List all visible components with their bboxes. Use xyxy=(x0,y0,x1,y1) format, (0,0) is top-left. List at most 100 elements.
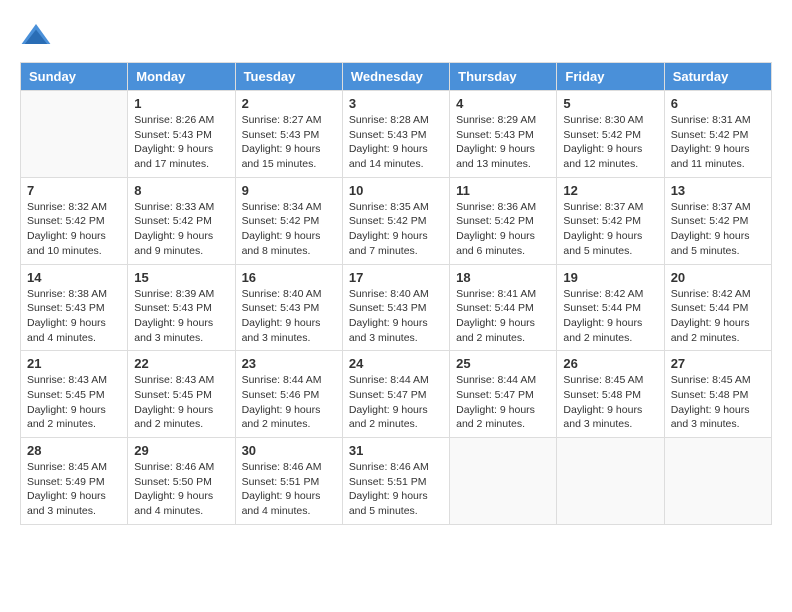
calendar-cell: 12Sunrise: 8:37 AMSunset: 5:42 PMDayligh… xyxy=(557,177,664,264)
calendar-header-wednesday: Wednesday xyxy=(342,63,449,91)
calendar-cell: 27Sunrise: 8:45 AMSunset: 5:48 PMDayligh… xyxy=(664,351,771,438)
calendar-cell: 19 Sunrise: 8:42 AMSunset: 5:44 PMDayligh… xyxy=(557,264,664,351)
calendar-cell: 22 Sunrise: 8:43 AMSunset: 5:45 PMDayligh… xyxy=(128,351,235,438)
calendar-cell: 25 Sunrise: 8:44 AMSunset: 5:47 PMDayligh… xyxy=(450,351,557,438)
calendar-cell: 23 Sunrise: 8:44 AMSunset: 5:46 PMDayligh… xyxy=(235,351,342,438)
cell-text: Sunrise: 8:42 AMSunset: 5:44 PMDaylight:… xyxy=(671,287,765,346)
day-number: 9 xyxy=(242,183,336,198)
day-number: 4 xyxy=(456,96,550,111)
calendar-cell: 15Sunrise: 8:39 AMSunset: 5:43 PMDayligh… xyxy=(128,264,235,351)
day-number: 22 xyxy=(134,356,228,371)
calendar-header-saturday: Saturday xyxy=(664,63,771,91)
page-header xyxy=(20,20,772,52)
day-number: 28 xyxy=(27,443,121,458)
day-number: 21 xyxy=(27,356,121,371)
day-number: 3 xyxy=(349,96,443,111)
calendar-cell: 26 Sunrise: 8:45 AMSunset: 5:48 PMDayligh… xyxy=(557,351,664,438)
calendar-cell: 17 Sunrise: 8:40 AMSunset: 5:43 PMDayligh… xyxy=(342,264,449,351)
day-number: 26 xyxy=(563,356,657,371)
day-number: 2 xyxy=(242,96,336,111)
cell-text: Sunrise: 8:41 AMSunset: 5:44 PMDaylight:… xyxy=(456,287,550,346)
cell-text: Sunrise: 8:30 AMSunset: 5:42 PMDaylight:… xyxy=(563,113,657,172)
calendar-cell: 9 Sunrise: 8:34 AMSunset: 5:42 PMDaylight… xyxy=(235,177,342,264)
day-number: 5 xyxy=(563,96,657,111)
day-number: 14 xyxy=(27,270,121,285)
calendar-header-row: SundayMondayTuesdayWednesdayThursdayFrid… xyxy=(21,63,772,91)
cell-text: Sunrise: 8:44 AMSunset: 5:47 PMDaylight:… xyxy=(456,373,550,432)
day-number: 20 xyxy=(671,270,765,285)
day-number: 11 xyxy=(456,183,550,198)
cell-text: Sunrise: 8:27 AMSunset: 5:43 PMDaylight:… xyxy=(242,113,336,172)
calendar-cell: 20 Sunrise: 8:42 AMSunset: 5:44 PMDayligh… xyxy=(664,264,771,351)
calendar-cell: 1 Sunrise: 8:26 AMSunset: 5:43 PMDaylight… xyxy=(128,91,235,178)
cell-text: Sunrise: 8:31 AMSunset: 5:42 PMDaylight:… xyxy=(671,113,765,172)
calendar-cell xyxy=(21,91,128,178)
day-number: 17 xyxy=(349,270,443,285)
day-number: 7 xyxy=(27,183,121,198)
cell-text: Sunrise: 8:36 AMSunset: 5:42 PMDaylight:… xyxy=(456,200,550,259)
day-number: 18 xyxy=(456,270,550,285)
calendar-week-3: 14 Sunrise: 8:38 AMSunset: 5:43 PMDayligh… xyxy=(21,264,772,351)
calendar-cell: 28 Sunrise: 8:45 AMSunset: 5:49 PMDayligh… xyxy=(21,438,128,525)
cell-text: Sunrise: 8:46 AMSunset: 5:50 PMDaylight:… xyxy=(134,460,228,519)
day-number: 24 xyxy=(349,356,443,371)
day-number: 30 xyxy=(242,443,336,458)
calendar-cell: 4Sunrise: 8:29 AMSunset: 5:43 PMDaylight… xyxy=(450,91,557,178)
calendar-cell xyxy=(557,438,664,525)
day-number: 1 xyxy=(134,96,228,111)
cell-text: Sunrise: 8:46 AMSunset: 5:51 PMDaylight:… xyxy=(349,460,443,519)
cell-text: Sunrise: 8:26 AMSunset: 5:43 PMDaylight:… xyxy=(134,113,228,172)
day-number: 29 xyxy=(134,443,228,458)
cell-text: Sunrise: 8:34 AMSunset: 5:42 PMDaylight:… xyxy=(242,200,336,259)
cell-text: Sunrise: 8:39 AMSunset: 5:43 PMDaylight:… xyxy=(134,287,228,346)
calendar-cell: 13Sunrise: 8:37 AMSunset: 5:42 PMDayligh… xyxy=(664,177,771,264)
cell-text: Sunrise: 8:32 AMSunset: 5:42 PMDaylight:… xyxy=(27,200,121,259)
day-number: 23 xyxy=(242,356,336,371)
cell-text: Sunrise: 8:42 AMSunset: 5:44 PMDaylight:… xyxy=(563,287,657,346)
cell-text: Sunrise: 8:40 AMSunset: 5:43 PMDaylight:… xyxy=(349,287,443,346)
calendar-week-4: 21 Sunrise: 8:43 AMSunset: 5:45 PMDayligh… xyxy=(21,351,772,438)
day-number: 19 xyxy=(563,270,657,285)
day-number: 31 xyxy=(349,443,443,458)
cell-text: Sunrise: 8:43 AMSunset: 5:45 PMDaylight:… xyxy=(134,373,228,432)
cell-text: Sunrise: 8:37 AMSunset: 5:42 PMDaylight:… xyxy=(671,200,765,259)
day-number: 25 xyxy=(456,356,550,371)
cell-text: Sunrise: 8:45 AMSunset: 5:48 PMDaylight:… xyxy=(563,373,657,432)
calendar-cell: 16 Sunrise: 8:40 AMSunset: 5:43 PMDayligh… xyxy=(235,264,342,351)
calendar-cell: 31 Sunrise: 8:46 AMSunset: 5:51 PMDayligh… xyxy=(342,438,449,525)
cell-text: Sunrise: 8:45 AMSunset: 5:49 PMDaylight:… xyxy=(27,460,121,519)
calendar-week-1: 1 Sunrise: 8:26 AMSunset: 5:43 PMDaylight… xyxy=(21,91,772,178)
calendar-header-tuesday: Tuesday xyxy=(235,63,342,91)
day-number: 8 xyxy=(134,183,228,198)
calendar-cell: 18 Sunrise: 8:41 AMSunset: 5:44 PMDayligh… xyxy=(450,264,557,351)
cell-text: Sunrise: 8:28 AMSunset: 5:43 PMDaylight:… xyxy=(349,113,443,172)
calendar-cell xyxy=(664,438,771,525)
calendar-cell: 2 Sunrise: 8:27 AMSunset: 5:43 PMDaylight… xyxy=(235,91,342,178)
calendar-cell: 3 Sunrise: 8:28 AMSunset: 5:43 PMDaylight… xyxy=(342,91,449,178)
calendar-cell: 7 Sunrise: 8:32 AMSunset: 5:42 PMDaylight… xyxy=(21,177,128,264)
cell-text: Sunrise: 8:33 AMSunset: 5:42 PMDaylight:… xyxy=(134,200,228,259)
calendar-cell: 21 Sunrise: 8:43 AMSunset: 5:45 PMDayligh… xyxy=(21,351,128,438)
calendar-header-friday: Friday xyxy=(557,63,664,91)
calendar-cell: 6Sunrise: 8:31 AMSunset: 5:42 PMDaylight… xyxy=(664,91,771,178)
cell-text: Sunrise: 8:40 AMSunset: 5:43 PMDaylight:… xyxy=(242,287,336,346)
calendar-table: SundayMondayTuesdayWednesdayThursdayFrid… xyxy=(20,62,772,525)
cell-text: Sunrise: 8:35 AMSunset: 5:42 PMDaylight:… xyxy=(349,200,443,259)
cell-text: Sunrise: 8:38 AMSunset: 5:43 PMDaylight:… xyxy=(27,287,121,346)
calendar-cell xyxy=(450,438,557,525)
calendar-header-thursday: Thursday xyxy=(450,63,557,91)
cell-text: Sunrise: 8:37 AMSunset: 5:42 PMDaylight:… xyxy=(563,200,657,259)
calendar-cell: 29 Sunrise: 8:46 AMSunset: 5:50 PMDayligh… xyxy=(128,438,235,525)
calendar-cell: 30 Sunrise: 8:46 AMSunset: 5:51 PMDayligh… xyxy=(235,438,342,525)
day-number: 16 xyxy=(242,270,336,285)
cell-text: Sunrise: 8:45 AMSunset: 5:48 PMDaylight:… xyxy=(671,373,765,432)
calendar-cell: 14 Sunrise: 8:38 AMSunset: 5:43 PMDayligh… xyxy=(21,264,128,351)
calendar-cell: 24Sunrise: 8:44 AMSunset: 5:47 PMDayligh… xyxy=(342,351,449,438)
day-number: 10 xyxy=(349,183,443,198)
logo xyxy=(20,20,56,52)
cell-text: Sunrise: 8:44 AMSunset: 5:46 PMDaylight:… xyxy=(242,373,336,432)
calendar-week-2: 7 Sunrise: 8:32 AMSunset: 5:42 PMDaylight… xyxy=(21,177,772,264)
cell-text: Sunrise: 8:43 AMSunset: 5:45 PMDaylight:… xyxy=(27,373,121,432)
calendar-week-5: 28 Sunrise: 8:45 AMSunset: 5:49 PMDayligh… xyxy=(21,438,772,525)
cell-text: Sunrise: 8:46 AMSunset: 5:51 PMDaylight:… xyxy=(242,460,336,519)
